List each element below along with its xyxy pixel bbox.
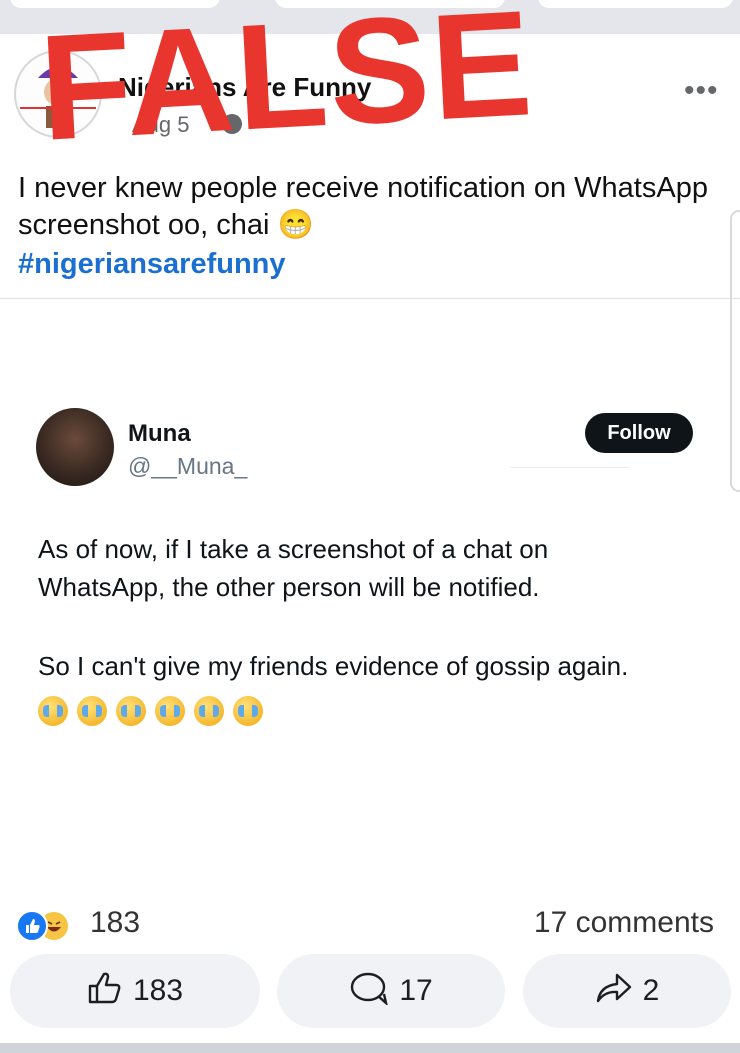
comment-button[interactable]: 17 [277,954,505,1028]
tweet-author-name: Muna [128,420,191,447]
follow-button: Follow [585,413,693,453]
tweet-author-avatar [36,408,114,486]
share-icon [595,972,633,1010]
share-count: 2 [642,974,660,1007]
comments-count-link[interactable]: 17 comments [534,906,714,940]
more-options-icon[interactable]: ••• [684,74,719,108]
loudly-crying-face-icon [38,696,68,726]
tweet-text-line: WhatsApp, the other person will be notif… [38,572,540,602]
loudly-crying-face-icon [194,696,224,726]
loudly-crying-face-icon [116,696,146,726]
comment-count: 17 [399,974,433,1007]
hashtag-link[interactable]: #nigeriansarefunny [18,248,286,281]
previous-post-button-edge [538,0,733,8]
false-stamp-overlay: FALSE [35,0,538,172]
scroll-edge-fragment [730,210,740,492]
feed-bottom-separator [0,1043,740,1053]
post-caption: I never knew people receive notification… [18,172,708,241]
tweet-text-line: As of now, if I take a screenshot of a c… [38,534,549,564]
divider [0,298,740,299]
like-button[interactable]: 183 [10,954,260,1028]
thumbs-up-icon [87,971,123,1011]
like-reaction-icon[interactable] [16,910,48,942]
loudly-crying-face-icon [77,696,107,726]
reactions-count[interactable]: 183 [90,906,140,940]
like-count: 183 [132,974,184,1007]
tweet-author-handle: @__Muna_ [128,453,248,479]
share-button[interactable]: 2 [523,954,731,1028]
loudly-crying-face-icon [233,696,263,726]
comment-icon [349,971,389,1011]
tweet-text-line: So I can't give my friends evidence of g… [38,651,629,681]
divider [510,467,630,468]
emoji-row [38,696,272,726]
loudly-crying-face-icon [155,696,185,726]
